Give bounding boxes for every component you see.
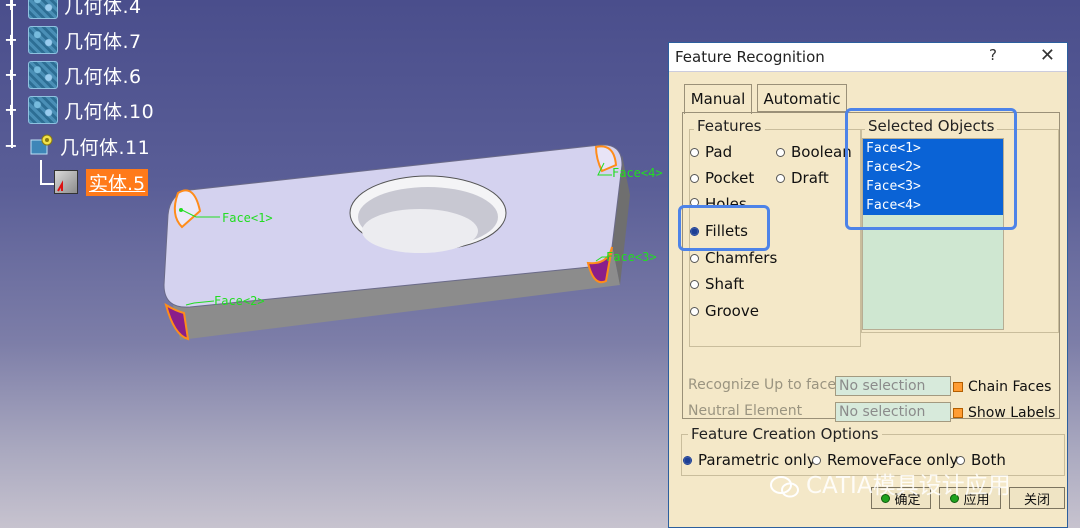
radio-pocket[interactable]: Pocket bbox=[690, 169, 754, 187]
solid-icon bbox=[54, 170, 78, 194]
body-icon bbox=[28, 61, 58, 89]
radio-button[interactable] bbox=[956, 455, 965, 465]
tree-node-body-11[interactable]: − 几何体.11 bbox=[4, 131, 150, 161]
watermark-text: CATIA模具设计应用 bbox=[806, 473, 1011, 499]
radio-button[interactable] bbox=[812, 455, 821, 465]
tab-automatic[interactable]: Automatic bbox=[757, 84, 847, 112]
dialog-title: Feature Recognition bbox=[675, 48, 825, 66]
collapse-icon[interactable]: − bbox=[4, 138, 18, 154]
radio-label: Pad bbox=[705, 143, 733, 161]
radio-label: Chamfers bbox=[705, 249, 778, 267]
checkbox[interactable] bbox=[953, 408, 963, 418]
body-icon bbox=[28, 0, 58, 19]
tree-node-body-6[interactable]: + 几何体.6 bbox=[4, 60, 142, 90]
face-tag-1: Face<1> bbox=[222, 211, 273, 225]
close-button[interactable]: 关闭 bbox=[1009, 487, 1065, 509]
face-tag-4: Face<4> bbox=[612, 166, 663, 180]
radio-boolean[interactable]: Boolean bbox=[776, 143, 852, 161]
radio-label: Boolean bbox=[791, 143, 852, 161]
tree-node-label: 几何体.4 bbox=[64, 0, 142, 18]
creation-options-legend: Feature Creation Options bbox=[688, 425, 882, 443]
wechat-icon bbox=[770, 475, 799, 497]
neutral-field[interactable]: No selection bbox=[835, 402, 951, 422]
radio-button[interactable] bbox=[776, 147, 785, 157]
checkbox-label: Show Labels bbox=[968, 405, 1056, 421]
close-label: 关闭 bbox=[1023, 492, 1050, 508]
tab-manual[interactable]: Manual bbox=[684, 84, 752, 114]
watermark: CATIA模具设计应用 bbox=[770, 466, 1011, 500]
radio-label: Pocket bbox=[705, 169, 755, 187]
expand-icon[interactable]: + bbox=[4, 67, 18, 83]
tree-node-label: 几何体.10 bbox=[64, 100, 155, 123]
radio-button[interactable] bbox=[776, 173, 785, 183]
expand-icon[interactable]: + bbox=[4, 102, 18, 118]
neutral-label: Neutral Element bbox=[688, 403, 803, 419]
radio-label: Shaft bbox=[705, 275, 745, 293]
radio-label: Groove bbox=[705, 302, 759, 320]
tree-node-body-4[interactable]: + 几何体.4 bbox=[4, 0, 142, 20]
face-tag-3: Face<3> bbox=[606, 250, 657, 264]
radio-shaft[interactable]: Shaft bbox=[690, 275, 744, 293]
help-icon[interactable]: ? bbox=[989, 46, 997, 64]
3d-part-view[interactable]: Face<1> Face<2> Face<3> Face<4> bbox=[150, 135, 670, 355]
gear-body-icon bbox=[28, 134, 54, 158]
body-icon bbox=[28, 96, 58, 124]
radio-button-selected[interactable] bbox=[683, 455, 692, 465]
body-icon bbox=[28, 26, 58, 54]
radio-draft[interactable]: Draft bbox=[776, 169, 829, 187]
features-legend: Features bbox=[694, 117, 765, 135]
tree-node-label: 几何体.7 bbox=[64, 30, 142, 53]
tree-node-body-7[interactable]: + 几何体.7 bbox=[4, 25, 142, 55]
checkbox-label: Chain Faces bbox=[968, 379, 1052, 395]
radio-button[interactable] bbox=[690, 279, 699, 289]
radio-label: Draft bbox=[791, 169, 829, 187]
radio-chamfers[interactable]: Chamfers bbox=[690, 249, 777, 267]
tree-node-body-10[interactable]: + 几何体.10 bbox=[4, 95, 154, 125]
fillets-highlight bbox=[678, 205, 770, 251]
recognize-field[interactable]: No selection bbox=[835, 376, 951, 396]
radio-button[interactable] bbox=[690, 253, 699, 263]
radio-groove[interactable]: Groove bbox=[690, 302, 759, 320]
hole-bottom bbox=[362, 209, 478, 253]
tree-node-solid-5[interactable]: 实体.5 bbox=[54, 167, 149, 197]
radio-button[interactable] bbox=[690, 173, 699, 183]
expand-icon[interactable]: + bbox=[4, 32, 18, 48]
expand-icon[interactable]: + bbox=[4, 0, 18, 13]
close-icon[interactable]: ✕ bbox=[1040, 45, 1055, 66]
part-drawing[interactable]: Face<1> Face<2> Face<3> Face<4> bbox=[150, 135, 670, 355]
dialog-titlebar[interactable]: Feature Recognition ? ✕ bbox=[669, 43, 1067, 72]
tree-node-label: 几何体.11 bbox=[60, 136, 151, 159]
radio-button[interactable] bbox=[690, 306, 699, 316]
tree-node-label: 几何体.6 bbox=[64, 65, 142, 88]
face-tag-2: Face<2> bbox=[214, 294, 265, 308]
recognize-label: Recognize Up to face bbox=[688, 377, 836, 393]
checkbox[interactable] bbox=[953, 382, 963, 392]
chain-faces-option[interactable]: Chain Faces bbox=[953, 379, 1051, 395]
show-labels-option[interactable]: Show Labels bbox=[953, 405, 1055, 421]
selected-objects-highlight bbox=[845, 108, 1017, 230]
radio-pad[interactable]: Pad bbox=[690, 143, 732, 161]
radio-button[interactable] bbox=[690, 147, 699, 157]
tree-connector bbox=[40, 160, 42, 184]
solid-label: 实体.5 bbox=[86, 168, 149, 196]
